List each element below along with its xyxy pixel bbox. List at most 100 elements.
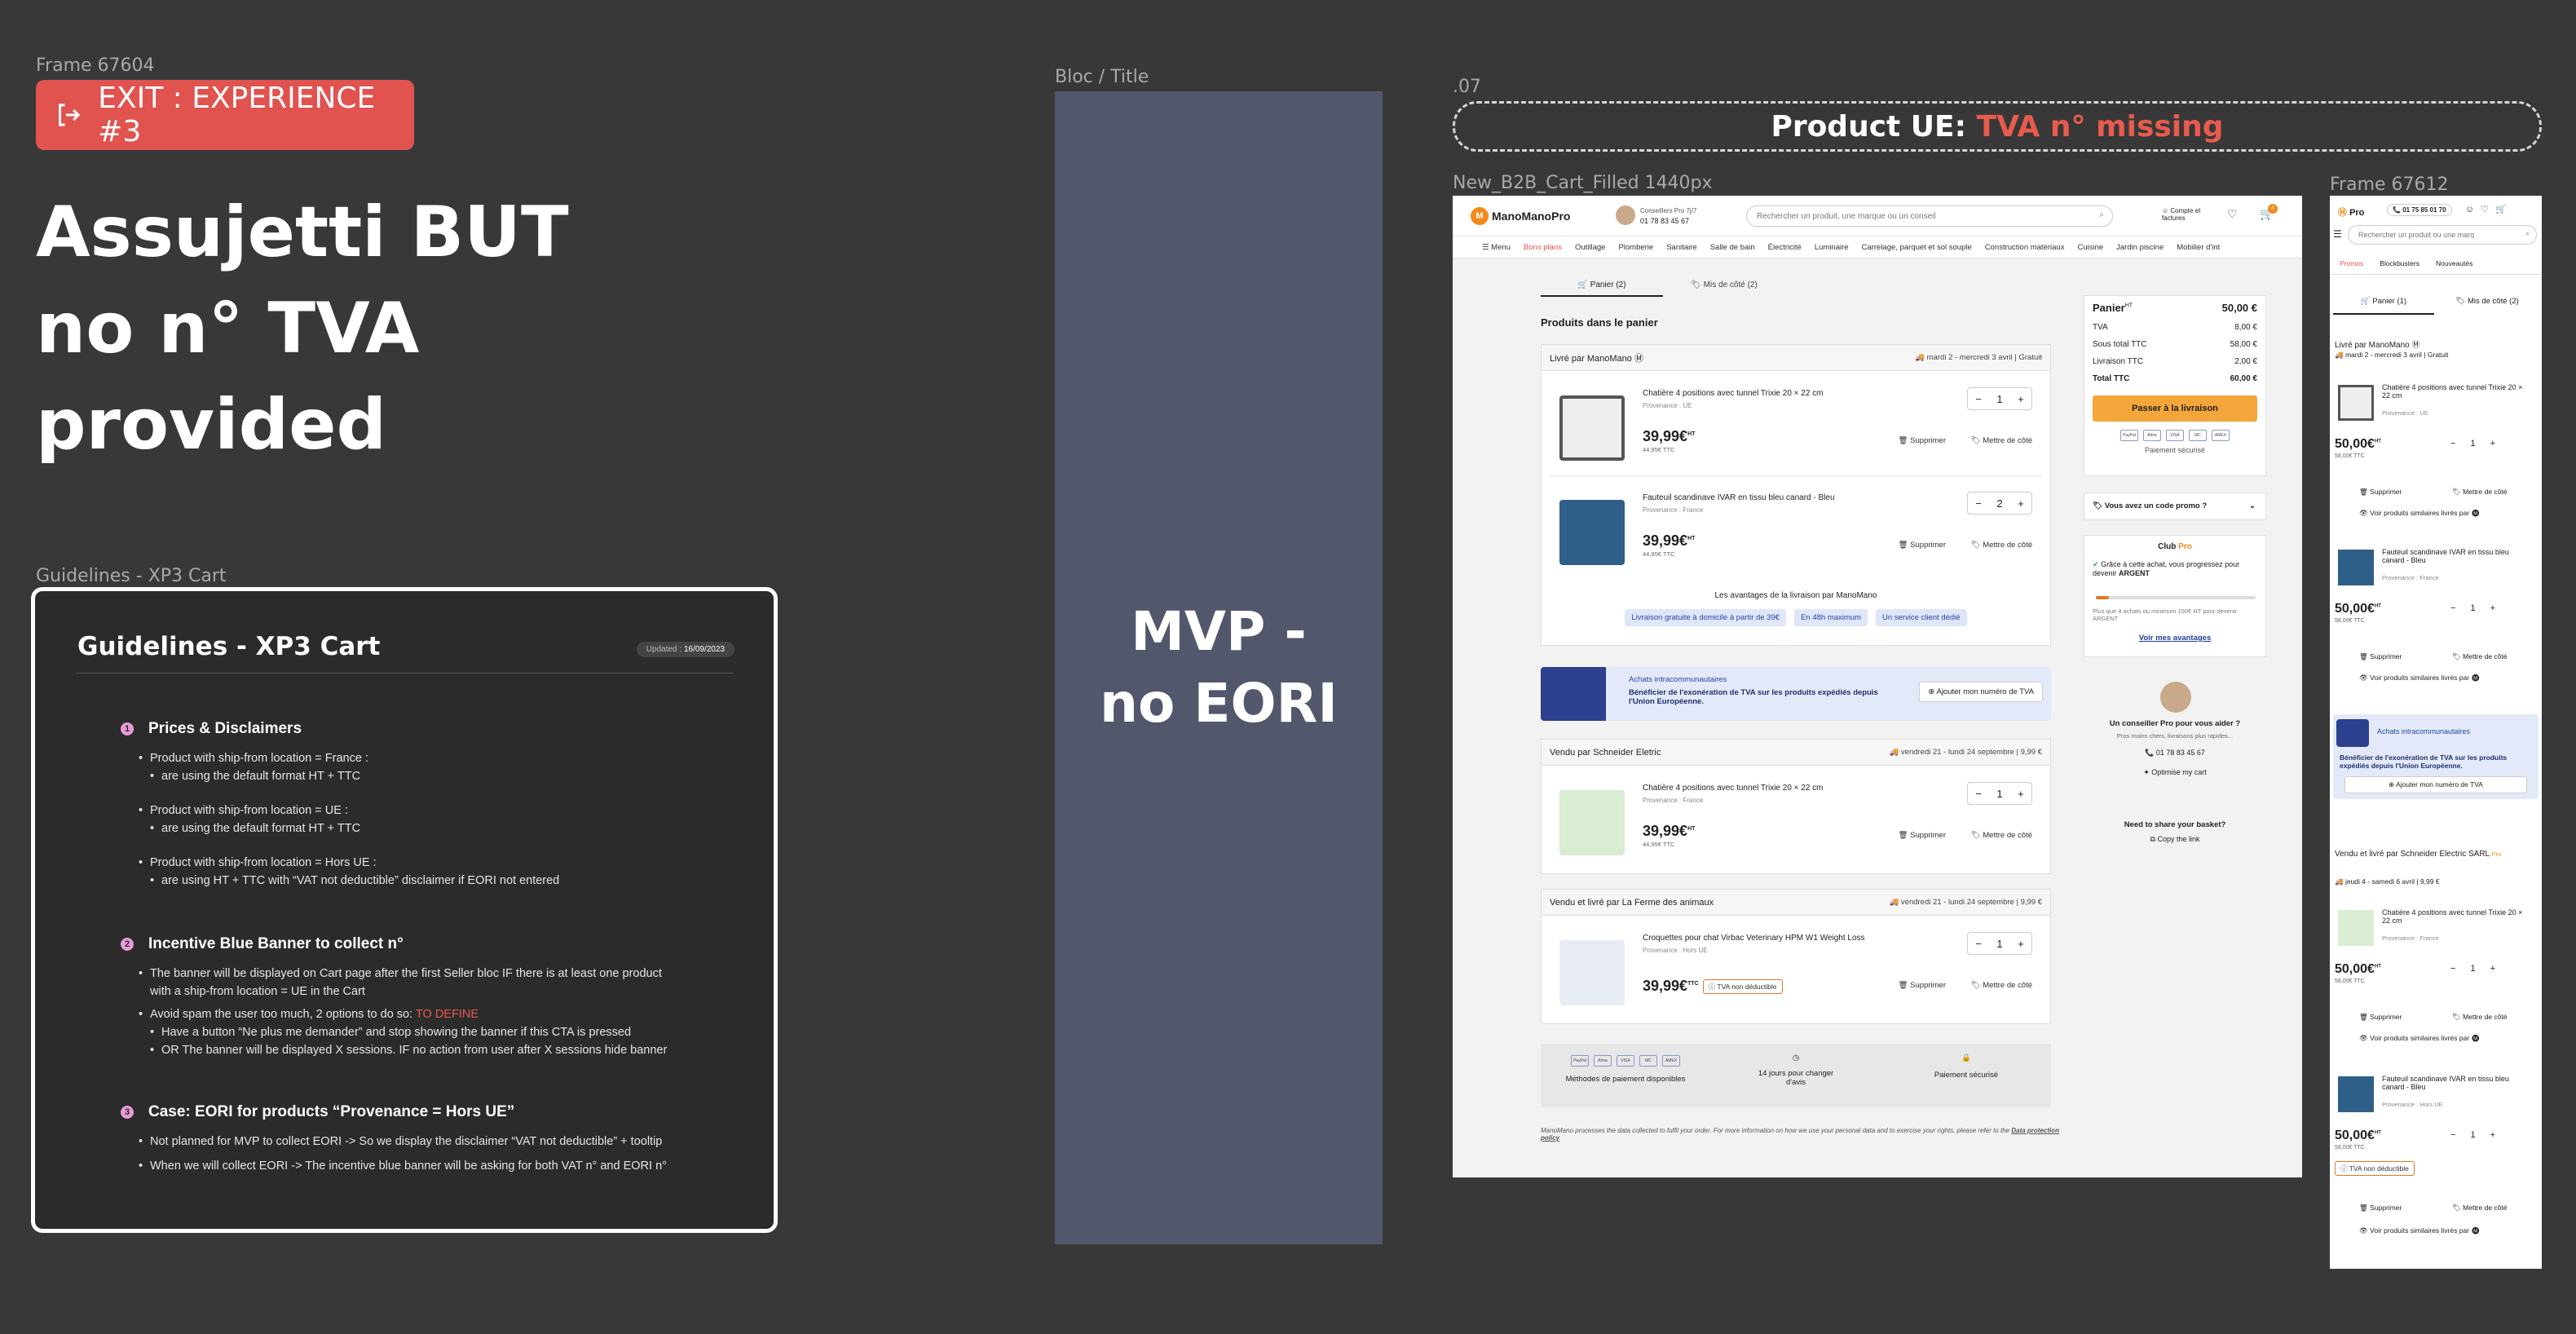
save-for-later-button[interactable]: 🏷 Mettre de côté: [2452, 652, 2508, 661]
nav-item[interactable]: Plomberie: [1618, 243, 1653, 252]
quantity-stepper[interactable]: −1 +: [2450, 439, 2495, 448]
nav-item[interactable]: Jardin piscine: [2116, 243, 2164, 252]
nav-item[interactable]: Outillage: [1575, 243, 1606, 252]
hamburger-icon[interactable]: ☰: [2333, 228, 2342, 240]
save-for-later-button[interactable]: 🏷 Mettre de côté: [2452, 1204, 2508, 1213]
section-number: 3: [121, 1106, 134, 1119]
similar-products-link[interactable]: 👁 Voir produits similaires livrés par Ⓜ: [2359, 674, 2480, 682]
heart-icon[interactable]: ♡: [2227, 207, 2238, 221]
tva-non-deductible-badge[interactable]: ⓘ TVA non déductible: [2335, 1161, 2415, 1176]
nav-item[interactable]: Nouveautés: [2436, 259, 2472, 267]
remove-button[interactable]: 🗑 Supprimer: [1898, 831, 1946, 840]
product-image[interactable]: [2338, 1076, 2374, 1112]
remove-button[interactable]: 🗑 Supprimer: [2359, 488, 2402, 497]
tva-non-deductible-badge[interactable]: ⓘ TVA non déductible: [1702, 979, 1783, 995]
quantity-stepper[interactable]: −2 +: [1967, 492, 2032, 515]
nav-item[interactable]: Électricité: [1768, 243, 1802, 252]
nav-item[interactable]: Salle de bain: [1710, 243, 1755, 252]
nav-item[interactable]: Mobilier d'int: [2177, 243, 2220, 252]
tab-saved[interactable]: 🏷 Mis de côté (2): [1663, 276, 1785, 297]
promo-code-toggle[interactable]: 🏷 Vous avez un code promo ? ⌄: [2084, 493, 2266, 520]
nav-item[interactable]: Carrelage, parquet et sol souple: [1862, 243, 1972, 252]
copy-link-button[interactable]: ⧉ Copy the link: [2084, 835, 2266, 844]
remove-button[interactable]: 🗑 Supprimer: [1898, 541, 1946, 550]
product-image[interactable]: [1559, 790, 1625, 855]
remove-button[interactable]: 🗑 Supprimer: [2359, 652, 2402, 661]
quantity-stepper[interactable]: −1 +: [1967, 932, 2032, 955]
product-name[interactable]: Chatière 4 positions avec tunnel Trixie …: [1643, 784, 1824, 793]
remove-button[interactable]: 🗑 Supprimer: [2359, 1013, 2402, 1022]
cart-item: Croquettes pour chat Virbac Veterinary H…: [1542, 916, 2050, 1020]
advantages-title: Les avantages de la livraison par ManoMa…: [1714, 591, 1877, 600]
club-advantages-link[interactable]: Voir mes avantages: [2084, 634, 2265, 643]
quantity-stepper[interactable]: −1 +: [2450, 1130, 2495, 1140]
mobile-tab-cart[interactable]: 🛒 Panier (1): [2333, 297, 2434, 315]
save-for-later-button[interactable]: 🏷 Mettre de côté: [1971, 436, 2032, 445]
checkout-button[interactable]: Passer à la livraison: [2093, 395, 2257, 422]
mobile-search-input[interactable]: Rechercher un produit ou une marq ⌕: [2348, 225, 2537, 245]
plus-icon[interactable]: +: [2018, 938, 2024, 950]
save-for-later-button[interactable]: 🏷 Mettre de côté: [1971, 981, 2032, 990]
add-vat-button[interactable]: ⊕ Ajouter mon numéro de TVA: [1919, 682, 2043, 702]
mobile-tab-saved[interactable]: 🏷 Mis de côté (2): [2436, 297, 2539, 315]
minus-icon[interactable]: −: [1975, 497, 1982, 510]
search-input[interactable]: Rechercher un produit, une marque ou un …: [1746, 205, 2113, 227]
remove-button[interactable]: 🗑 Supprimer: [1898, 981, 1946, 990]
mobile-logo[interactable]: Ⓜ Pro: [2338, 205, 2364, 219]
similar-products-link[interactable]: 👁 Voir produits similaires livrés par Ⓜ: [2359, 1034, 2480, 1043]
save-for-later-button[interactable]: 🏷 Mettre de côté: [1971, 831, 2032, 840]
product-name[interactable]: Chatière 4 positions avec tunnel Trixie …: [2382, 383, 2529, 400]
plus-icon[interactable]: +: [2018, 788, 2024, 800]
product-name[interactable]: Croquettes pour chat Virbac Veterinary H…: [1643, 934, 1865, 943]
remove-button[interactable]: 🗑 Supprimer: [1898, 436, 1946, 445]
advisor-phone-link[interactable]: 📞 01 78 83 45 67: [2084, 749, 2266, 758]
mobile-phone[interactable]: 📞 01 75 85 01 70: [2387, 204, 2452, 216]
product-image[interactable]: [1559, 395, 1625, 461]
seller-card: Vendu et livré par La Ferme des animaux 🚚…: [1541, 889, 2051, 1024]
nav-item[interactable]: Promos: [2340, 259, 2363, 267]
quantity-stepper[interactable]: −1 +: [2450, 964, 2495, 974]
save-for-later-button[interactable]: 🏷 Mettre de côté: [2452, 488, 2508, 497]
mobile-header-icons[interactable]: ☺♡🛒: [2465, 204, 2513, 214]
minus-icon[interactable]: −: [1975, 788, 1982, 800]
account-link[interactable]: ☺ Compte et factures: [2162, 207, 2219, 222]
site-logo[interactable]: M ManoManoPro: [1471, 207, 1570, 225]
section-number: 2: [121, 938, 134, 951]
advisor-phone[interactable]: 01 78 83 45 67: [1640, 217, 1689, 225]
product-name[interactable]: Fauteuil scandinave IVAR en tissu bleu c…: [1643, 493, 1835, 502]
product-name[interactable]: Chatière 4 positions avec tunnel Trixie …: [1643, 389, 1824, 398]
product-image[interactable]: [2338, 550, 2374, 585]
save-for-later-button[interactable]: 🏷 Mettre de côté: [1971, 541, 2032, 550]
quantity-stepper[interactable]: −1 +: [1967, 387, 2032, 410]
product-image[interactable]: [2338, 910, 2374, 946]
similar-products-link[interactable]: 👁 Voir produits similaires livrés par Ⓜ: [2359, 509, 2480, 518]
minus-icon[interactable]: −: [1975, 938, 1982, 950]
nav-item[interactable]: Blockbusters: [2380, 259, 2419, 267]
similar-products-link[interactable]: 👁 Voir produits similaires livrés par Ⓜ: [2359, 1226, 2480, 1235]
cart-count-badge: 4: [2268, 204, 2278, 214]
product-image[interactable]: [1559, 940, 1625, 1005]
product-name[interactable]: Fauteuil scandinave IVAR en tissu bleu c…: [2382, 548, 2529, 564]
quantity-stepper[interactable]: −1 +: [2450, 603, 2495, 613]
minus-icon[interactable]: −: [1975, 393, 1982, 405]
nav-item[interactable]: Bons plans: [1524, 243, 1562, 252]
section-title: Prices & Disclaimers: [148, 720, 302, 737]
nav-item[interactable]: Construction matériaux: [1985, 243, 2065, 252]
product-image[interactable]: [2338, 385, 2374, 421]
quantity-stepper[interactable]: −1 +: [1967, 782, 2032, 805]
plus-icon[interactable]: +: [2018, 393, 2024, 405]
plus-icon[interactable]: +: [2018, 497, 2024, 510]
remove-button[interactable]: 🗑 Supprimer: [2359, 1204, 2402, 1213]
product-name[interactable]: Fauteuil scandinave IVAR en tissu bleu c…: [2382, 1075, 2529, 1091]
nav-item[interactable]: Cuisine: [2077, 243, 2103, 252]
menu-button[interactable]: ☰ Menu: [1482, 243, 1511, 252]
nav-item[interactable]: Luminaire: [1815, 243, 1849, 252]
tab-cart[interactable]: 🛒 Panier (2): [1541, 276, 1663, 297]
nav-item[interactable]: Sanitaire: [1666, 243, 1697, 252]
add-vat-button[interactable]: ⊕ Ajouter mon numéro de TVA: [2344, 776, 2527, 793]
save-for-later-button[interactable]: 🏷 Mettre de côté: [2452, 1013, 2508, 1022]
product-name[interactable]: Chatière 4 positions avec tunnel Trixie …: [2382, 908, 2529, 925]
return-policy-info: ◷ 14 jours pour changer d'avis: [1710, 1054, 1881, 1087]
optimise-cart-link[interactable]: ✦ Optimise my cart: [2084, 768, 2266, 777]
product-image[interactable]: [1559, 500, 1625, 565]
